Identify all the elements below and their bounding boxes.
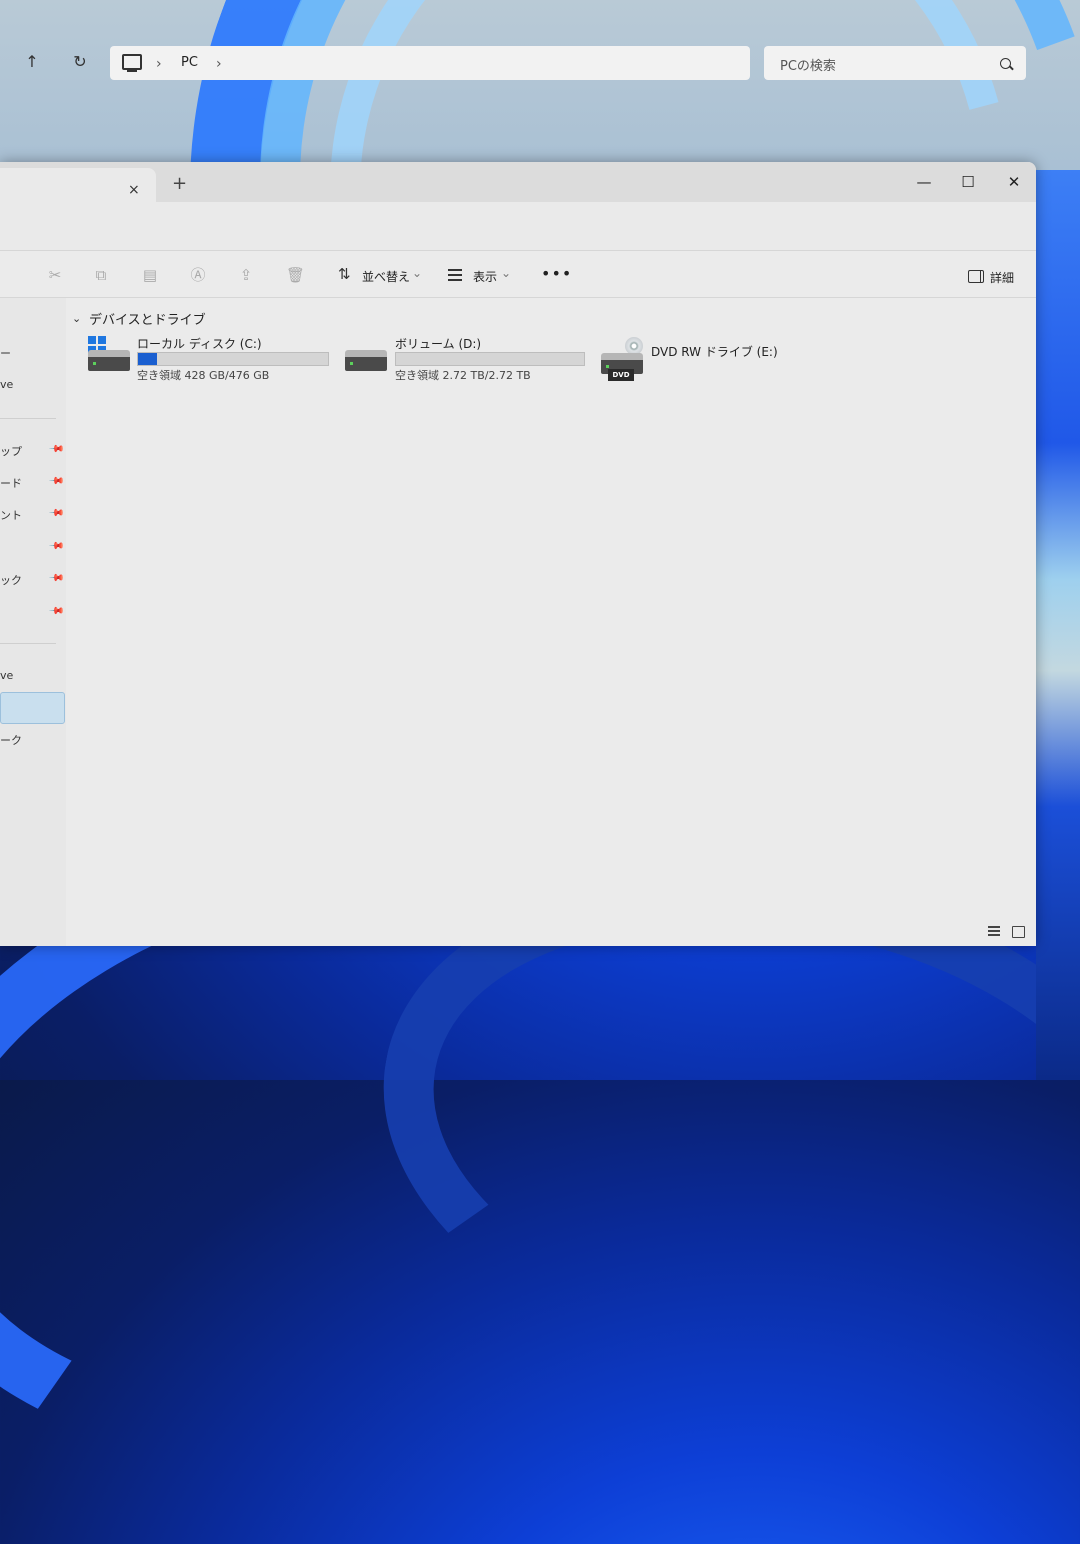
view-icon[interactable] <box>448 269 462 281</box>
address-path[interactable] <box>110 46 750 80</box>
sidebar-item[interactable]: ード <box>0 475 22 491</box>
chevron-right-icon[interactable]: › <box>156 56 162 72</box>
sidebar-item[interactable]: ve <box>0 669 13 682</box>
chevron-down-icon[interactable]: ⌄ <box>501 266 511 280</box>
sort-button[interactable]: 並べ替え <box>362 268 410 285</box>
capacity-bar <box>137 352 329 366</box>
paste-icon[interactable]: ▤ <box>141 266 159 284</box>
title-bar: × + — ☐ ✕ <box>0 162 1036 202</box>
minimize-button[interactable]: — <box>904 168 944 196</box>
delete-icon[interactable]: 🗑 <box>286 266 305 284</box>
more-options-button[interactable]: ••• <box>541 264 572 283</box>
details-view-icon[interactable] <box>988 926 1000 936</box>
close-button[interactable]: ✕ <box>994 168 1034 196</box>
capacity-bar <box>395 352 585 366</box>
up-arrow-icon[interactable]: ↑ <box>20 52 44 71</box>
computer-icon <box>122 54 142 70</box>
drive-name: ボリューム (D:) <box>395 337 482 351</box>
tab-pc[interactable]: × <box>0 168 156 202</box>
capacity-bar-fill <box>138 353 157 365</box>
view-button[interactable]: 表示 <box>473 268 497 285</box>
sidebar-item[interactable]: ップ <box>0 443 22 459</box>
details-button[interactable]: 詳細 <box>990 269 1014 286</box>
rename-icon[interactable]: Ⓐ <box>189 266 207 284</box>
tab-close-icon[interactable]: × <box>128 182 140 198</box>
address-bar <box>0 202 1036 250</box>
section-header[interactable]: デバイスとドライブ <box>89 309 206 328</box>
chevron-right-icon[interactable]: › <box>216 56 222 72</box>
sidebar-item[interactable]: ック <box>0 572 22 588</box>
sort-icon[interactable]: ⇅ <box>338 265 351 283</box>
sidebar-item[interactable]: ント <box>0 507 22 523</box>
sidebar-divider <box>0 418 56 419</box>
sidebar-item[interactable]: ーク <box>0 732 22 748</box>
chevron-down-icon[interactable]: ⌄ <box>72 312 81 325</box>
refresh-icon[interactable]: ↻ <box>68 52 92 71</box>
hard-drive-icon <box>88 350 130 371</box>
search-icon[interactable] <box>1000 58 1011 69</box>
sidebar-item-pc-selected[interactable] <box>0 692 65 724</box>
sidebar-item[interactable]: ー <box>0 345 11 361</box>
new-tab-button[interactable]: + <box>172 173 187 194</box>
content-area <box>66 298 1036 946</box>
free-space: 空き領域 2.72 TB/2.72 TB <box>395 369 531 382</box>
navigation-pane <box>0 298 66 946</box>
copy-icon[interactable]: ⧉ <box>92 266 110 284</box>
cut-icon[interactable]: ✂ <box>46 266 64 284</box>
sidebar-item[interactable]: ve <box>0 378 13 391</box>
drive-name: ローカル ディスク (C:) <box>137 337 262 351</box>
details-pane-icon[interactable] <box>968 270 984 283</box>
sidebar-divider <box>0 643 56 644</box>
hard-drive-icon <box>345 350 387 371</box>
chevron-down-icon[interactable]: ⌄ <box>412 266 422 280</box>
drive-name: DVD RW ドライブ (E:) <box>651 345 778 359</box>
large-icons-view-icon[interactable] <box>1012 926 1025 938</box>
computer-icon-stand <box>127 70 137 72</box>
search-placeholder[interactable]: PCの検索 <box>780 55 836 74</box>
free-space: 空き領域 428 GB/476 GB <box>137 369 270 382</box>
share-icon[interactable]: ⇪ <box>237 266 255 284</box>
maximize-button[interactable]: ☐ <box>948 168 988 196</box>
dvd-label: DVD <box>608 369 634 381</box>
breadcrumb-pc[interactable]: PC <box>181 55 198 70</box>
wallpaper-right <box>1036 170 1080 1080</box>
